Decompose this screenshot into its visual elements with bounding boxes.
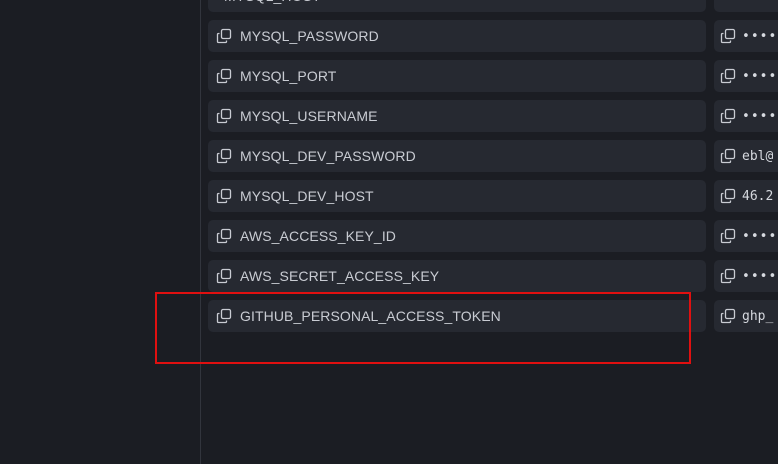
env-var-value-cell[interactable]: ebl@	[714, 140, 778, 172]
environment-variables-list: MYSQL_HOST MYSQL_PASSWORD ••••• MYSQL_PORT •…	[208, 0, 778, 340]
env-var-row: MYSQL_HOST	[208, 0, 778, 12]
env-var-value-text: •••••	[742, 268, 778, 284]
copy-icon[interactable]	[720, 28, 736, 44]
env-var-key-cell[interactable]: MYSQL_PORT	[208, 60, 706, 92]
copy-icon[interactable]	[216, 188, 232, 204]
env-var-value-text: 46.2	[742, 188, 774, 204]
env-var-value-cell[interactable]	[714, 0, 778, 12]
env-var-value-text: •••••	[742, 68, 778, 84]
env-var-value-cell[interactable]: •••••	[714, 20, 778, 52]
env-var-row: MYSQL_DEV_HOST 46.2	[208, 180, 778, 212]
copy-icon[interactable]	[720, 108, 736, 124]
env-var-row: GITHUB_PERSONAL_ACCESS_TOKEN ghp_	[208, 300, 778, 332]
copy-icon[interactable]	[216, 228, 232, 244]
env-var-key-cell[interactable]: MYSQL_HOST	[208, 0, 706, 12]
copy-icon[interactable]	[720, 268, 736, 284]
env-var-key-label: AWS_ACCESS_KEY_ID	[240, 228, 397, 244]
env-var-row: MYSQL_PORT •••••	[208, 60, 778, 92]
env-var-value-cell[interactable]: 46.2	[714, 180, 778, 212]
copy-icon[interactable]	[720, 308, 736, 324]
env-var-key-cell[interactable]: MYSQL_DEV_HOST	[208, 180, 706, 212]
copy-icon[interactable]	[216, 68, 232, 84]
env-var-value-text: ghp_	[742, 308, 774, 324]
env-var-key-label: MYSQL_PORT	[240, 68, 337, 84]
copy-icon[interactable]	[216, 308, 232, 324]
env-var-key-label: MYSQL_HOST	[224, 0, 321, 4]
env-var-key-label: MYSQL_DEV_HOST	[240, 188, 374, 204]
env-var-value-cell[interactable]: •••••	[714, 220, 778, 252]
copy-icon[interactable]	[216, 28, 232, 44]
env-var-key-label: MYSQL_DEV_PASSWORD	[240, 148, 416, 164]
env-var-row: AWS_ACCESS_KEY_ID •••••	[208, 220, 778, 252]
env-var-row: MYSQL_USERNAME •••••	[208, 100, 778, 132]
env-var-row: MYSQL_DEV_PASSWORD ebl@	[208, 140, 778, 172]
page: MYSQL_HOST MYSQL_PASSWORD ••••• MYSQL_PORT •…	[0, 0, 778, 464]
copy-icon[interactable]	[720, 148, 736, 164]
env-var-value-text: •••••	[742, 228, 778, 244]
env-var-value-text: •••••	[742, 28, 778, 44]
copy-icon[interactable]	[720, 188, 736, 204]
env-var-value-text: •••••	[742, 108, 778, 124]
copy-icon[interactable]	[720, 228, 736, 244]
env-var-key-label: MYSQL_PASSWORD	[240, 28, 379, 44]
env-var-key-label: GITHUB_PERSONAL_ACCESS_TOKEN	[240, 308, 501, 324]
env-var-value-cell[interactable]: ghp_	[714, 300, 778, 332]
env-var-key-cell[interactable]: MYSQL_DEV_PASSWORD	[208, 140, 706, 172]
env-var-key-cell[interactable]: AWS_ACCESS_KEY_ID	[208, 220, 706, 252]
env-var-key-cell[interactable]: MYSQL_PASSWORD	[208, 20, 706, 52]
env-var-value-text: ebl@	[742, 148, 774, 164]
env-var-value-cell[interactable]: •••••	[714, 60, 778, 92]
env-var-key-label: AWS_SECRET_ACCESS_KEY	[240, 268, 440, 284]
copy-icon[interactable]	[216, 108, 232, 124]
copy-icon[interactable]	[720, 68, 736, 84]
env-var-row: AWS_SECRET_ACCESS_KEY •••••	[208, 260, 778, 292]
vertical-divider	[200, 0, 201, 464]
env-var-key-cell[interactable]: AWS_SECRET_ACCESS_KEY	[208, 260, 706, 292]
copy-icon[interactable]	[216, 148, 232, 164]
left-panel	[0, 0, 200, 464]
copy-icon[interactable]	[216, 268, 232, 284]
env-var-row: MYSQL_PASSWORD •••••	[208, 20, 778, 52]
env-var-value-cell[interactable]: •••••	[714, 260, 778, 292]
env-var-value-cell[interactable]: •••••	[714, 100, 778, 132]
env-var-key-label: MYSQL_USERNAME	[240, 108, 378, 124]
env-var-key-cell[interactable]: GITHUB_PERSONAL_ACCESS_TOKEN	[208, 300, 706, 332]
env-var-key-cell[interactable]: MYSQL_USERNAME	[208, 100, 706, 132]
